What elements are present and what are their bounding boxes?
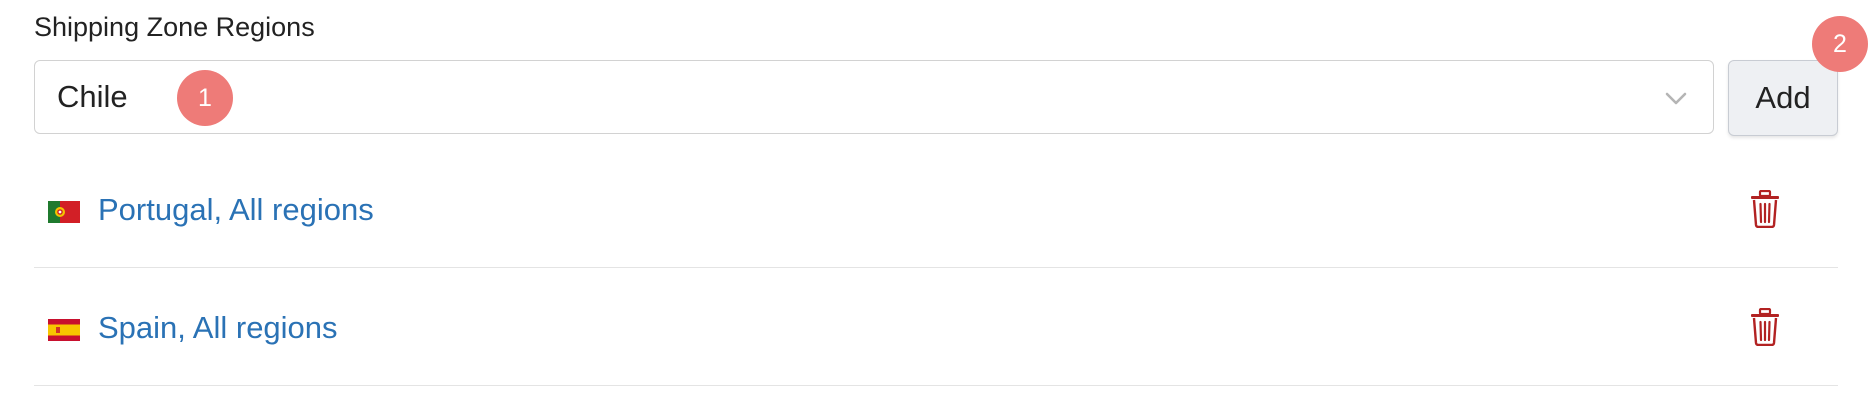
- region-link-portugal[interactable]: Portugal, All regions: [98, 192, 374, 228]
- region-select[interactable]: Chile: [34, 60, 1714, 134]
- region-row-portugal: Portugal, All regions: [34, 150, 1838, 268]
- trash-icon[interactable]: [1748, 190, 1782, 228]
- add-button[interactable]: Add: [1728, 60, 1838, 136]
- region-link-spain[interactable]: Spain, All regions: [98, 310, 338, 346]
- step-marker-1: 1: [177, 70, 233, 126]
- portugal-flag-icon: [48, 201, 80, 223]
- section-label: Shipping Zone Regions: [34, 12, 315, 42]
- spain-flag-icon: [48, 319, 80, 341]
- trash-icon[interactable]: [1748, 308, 1782, 346]
- region-select-value: Chile: [57, 79, 128, 114]
- region-row-spain: Spain, All regions: [34, 268, 1838, 386]
- chevron-down-icon: [1665, 92, 1687, 105]
- region-list: Portugal, All regions Spain, All regions: [34, 150, 1838, 386]
- step-marker-2: 2: [1812, 16, 1868, 72]
